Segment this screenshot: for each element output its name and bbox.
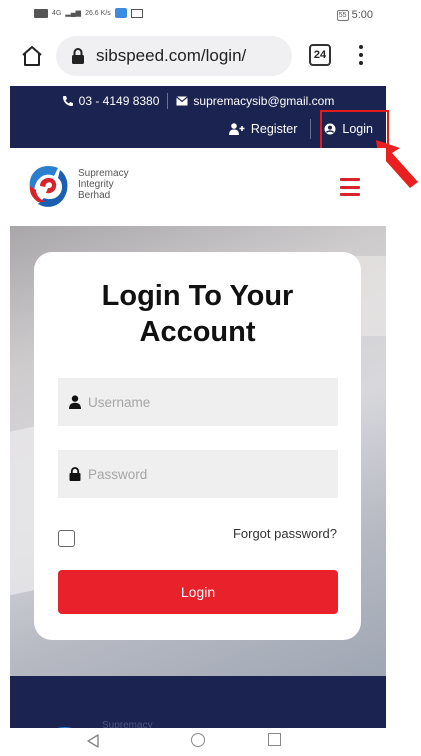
login-title: Login To Your Account bbox=[34, 278, 361, 350]
battery-icon: 55 bbox=[336, 9, 349, 21]
phone-contact[interactable]: 03 - 4149 8380 bbox=[54, 94, 168, 108]
tab-switcher-button[interactable]: 24 bbox=[309, 44, 331, 66]
user-icon bbox=[69, 395, 81, 409]
login-title-line-1: Login To Your bbox=[101, 280, 294, 312]
site-footer: Supremacy bbox=[10, 676, 386, 728]
register-label: Register bbox=[250, 122, 298, 136]
browser-menu-icon[interactable] bbox=[354, 42, 368, 68]
forgot-password-link[interactable]: Forgot password? bbox=[233, 526, 337, 541]
login-submit-button[interactable]: Login bbox=[58, 570, 338, 614]
home-icon[interactable] bbox=[20, 44, 44, 68]
signal-icon: ▂▄▆ bbox=[65, 10, 82, 17]
address-bar[interactable]: sibspeed.com/login/ bbox=[56, 36, 292, 76]
logo-line-3: Berhad bbox=[78, 190, 111, 201]
clock: 5:00 bbox=[351, 9, 373, 21]
system-navigation-bar bbox=[0, 728, 421, 756]
phone-number: 03 - 4149 8380 bbox=[78, 94, 160, 108]
sim-icon bbox=[34, 8, 48, 18]
back-icon[interactable] bbox=[86, 734, 100, 748]
browser-toolbar: sibspeed.com/login/ 24 bbox=[0, 30, 421, 86]
url-text: sibspeed.com/login/ bbox=[96, 46, 247, 65]
status-right: 55 5:00 bbox=[336, 9, 373, 21]
network-speed: 26.6 K/s bbox=[85, 9, 111, 17]
login-title-line-2: Account bbox=[139, 316, 256, 348]
mail-icon bbox=[130, 8, 143, 18]
remember-me-checkbox[interactable] bbox=[58, 530, 75, 547]
site-header: Supremacy Integrity Berhad bbox=[10, 148, 386, 226]
status-icons: 4G ▂▄▆ 26.6 K/s bbox=[34, 8, 143, 18]
add-user-icon bbox=[228, 123, 245, 135]
password-field[interactable] bbox=[58, 450, 338, 498]
username-field[interactable] bbox=[58, 378, 338, 426]
email-contact[interactable]: supremacysib@gmail.com bbox=[168, 94, 342, 108]
signal-text: 4G bbox=[52, 9, 62, 17]
company-logo-icon[interactable] bbox=[24, 162, 72, 212]
hamburger-menu-icon[interactable] bbox=[340, 178, 360, 196]
home-nav-icon[interactable] bbox=[191, 733, 205, 747]
email-address: supremacysib@gmail.com bbox=[193, 94, 335, 108]
status-bar: 4G ▂▄▆ 26.6 K/s 55 5:00 bbox=[0, 0, 421, 30]
phone-icon bbox=[62, 96, 73, 106]
logo-line-1: Supremacy bbox=[78, 168, 129, 179]
contact-row: 03 - 4149 8380 supremacysib@gmail.com bbox=[10, 93, 386, 109]
username-input[interactable] bbox=[88, 394, 318, 410]
logo-line-2: Integrity bbox=[78, 179, 114, 190]
footer-logo-icon bbox=[57, 727, 72, 728]
app-notification-icon bbox=[114, 8, 127, 18]
envelope-icon bbox=[176, 96, 189, 106]
login-card: Login To Your Account Forgot password? L… bbox=[34, 252, 361, 640]
recent-apps-icon[interactable] bbox=[268, 733, 281, 746]
register-link[interactable]: Register bbox=[216, 122, 311, 136]
password-input[interactable] bbox=[88, 466, 318, 482]
lock-icon bbox=[72, 48, 84, 64]
footer-brand-text: Supremacy bbox=[102, 720, 153, 728]
logo-text: Supremacy Integrity Berhad bbox=[78, 168, 129, 201]
lock-icon bbox=[69, 467, 81, 481]
